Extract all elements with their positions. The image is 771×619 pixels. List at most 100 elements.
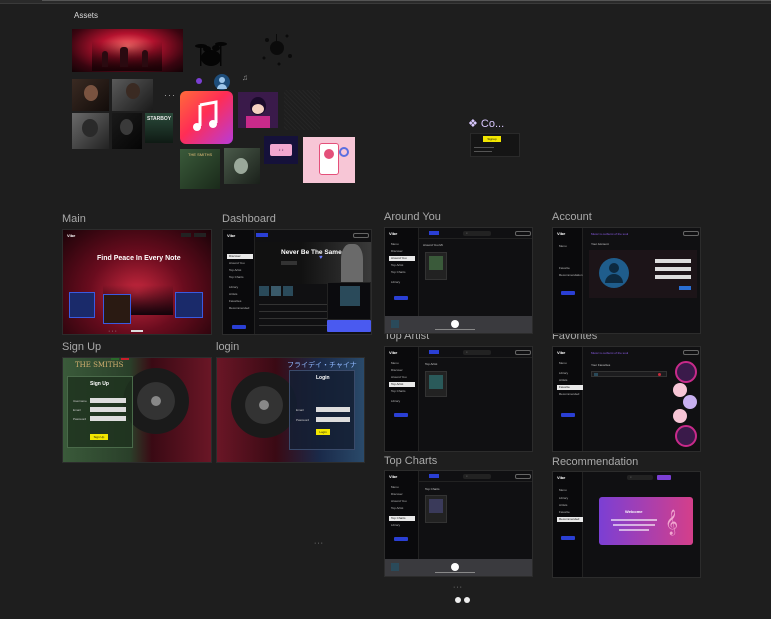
sparkle-texture-image[interactable]	[284, 90, 320, 130]
section-label-sign-up[interactable]: Sign Up	[62, 341, 101, 353]
top-charts-profile-button[interactable]	[515, 474, 531, 479]
top-artist-tab[interactable]	[429, 350, 439, 354]
around-you-nav-around-you[interactable]: Around You	[389, 256, 415, 261]
around-you-logout-button[interactable]	[394, 296, 408, 300]
around-you-profile-button[interactable]	[515, 231, 531, 236]
top-artist-nav-top-artist[interactable]: Top Artist	[389, 382, 415, 387]
section-label-login[interactable]: login	[216, 341, 239, 353]
section-label-dashboard[interactable]: Dashboard	[222, 213, 276, 225]
dashboard-play-button[interactable]	[281, 261, 297, 265]
recommendation-search-input[interactable]: ⌕	[627, 475, 653, 480]
around-you-tab[interactable]	[429, 231, 439, 235]
top-charts-nav-discover[interactable]: Discover	[389, 492, 415, 497]
music-player-illustration[interactable]	[303, 137, 355, 183]
main-nav-button-1[interactable]	[181, 233, 191, 237]
top-charts-tab[interactable]	[429, 474, 439, 478]
prototype-next-icon[interactable]	[464, 597, 470, 603]
dashboard-nav-top-charts[interactable]: Top Charts	[227, 275, 253, 280]
dashboard-now-playing[interactable]	[327, 282, 371, 320]
prototype-play-icon[interactable]	[455, 597, 461, 603]
favorites-profile-button[interactable]	[683, 350, 699, 355]
top-artist-nav-around-you[interactable]: Around You	[389, 375, 415, 380]
login-frame-dots[interactable]: ···	[314, 540, 324, 547]
login-password-input[interactable]	[316, 417, 350, 422]
section-label-top-charts[interactable]: Top Charts	[384, 455, 437, 467]
around-you-player-bar[interactable]	[385, 316, 532, 333]
signup-email-input[interactable]	[90, 407, 126, 412]
dashboard-nav-discover[interactable]: Discover	[227, 254, 253, 259]
component-label[interactable]: ❖ Co...	[468, 117, 504, 130]
recommendation-welcome-card[interactable]: Welcome 𝄞	[599, 497, 693, 545]
headphones-icon[interactable]: ♫	[242, 73, 248, 82]
artist-photo-1[interactable]	[72, 79, 109, 111]
top-charts-frame[interactable]: Vibe Menu Discover Around You Top Artist…	[384, 470, 533, 577]
login-frame[interactable]: フライデイ・チャイナ Login Email Password Login	[216, 357, 365, 463]
top-charts-dots[interactable]: ···	[453, 584, 463, 591]
favorites-nav-artists[interactable]: Artists	[557, 378, 583, 383]
heart-icon[interactable]: ♥	[319, 255, 323, 261]
top-artist-logout-button[interactable]	[394, 413, 408, 417]
top-artist-card[interactable]	[425, 371, 447, 397]
account-field-1[interactable]	[655, 259, 691, 263]
around-you-track-card[interactable]	[425, 252, 447, 280]
assets-label[interactable]: Assets	[74, 11, 98, 20]
favorites-logout-button[interactable]	[561, 413, 575, 417]
around-you-nav-discover[interactable]: Discover	[389, 249, 415, 254]
more-assets-dots[interactable]: ···	[164, 90, 176, 100]
dashboard-nav-top-artist[interactable]: Top Artist	[227, 268, 253, 273]
main-artist-card-2[interactable]	[103, 294, 131, 324]
purple-dot-icon[interactable]	[196, 78, 202, 84]
top-charts-player-bar[interactable]	[385, 559, 532, 576]
top-charts-search-input[interactable]: ⌕	[463, 474, 491, 479]
favorites-track-row[interactable]	[591, 371, 667, 377]
section-label-around-you[interactable]: Around You	[384, 211, 441, 223]
top-artist-nav-menu[interactable]: Menu	[389, 361, 415, 366]
dashboard-logout-button[interactable]	[232, 325, 246, 329]
dashboard-nav-recommended[interactable]: Recommended	[227, 306, 253, 311]
account-frame[interactable]: Vibe Menu Favorite Recommendation Music …	[552, 227, 701, 334]
album-cover-starboy[interactable]: STARBOY	[145, 113, 173, 143]
around-you-nav-library[interactable]: Library	[389, 280, 415, 285]
account-profile-button[interactable]	[683, 231, 699, 236]
dashboard-track-list[interactable]	[259, 302, 327, 332]
dashboard-frame[interactable]: Vibe Discover Around You Top Artist Top …	[222, 229, 372, 335]
artist-photo-4[interactable]	[112, 113, 142, 149]
concert-banner-image[interactable]	[72, 29, 183, 72]
dashboard-nav-artists[interactable]: Artists	[227, 292, 253, 297]
favorites-nav-menu[interactable]: Menu	[557, 361, 583, 366]
dashboard-player-bar[interactable]	[327, 320, 371, 332]
recommendation-nav-library[interactable]: Library	[557, 496, 583, 501]
top-charts-nav-top-artist[interactable]: Top Artist	[389, 506, 415, 511]
artist-photo-2[interactable]	[112, 79, 153, 111]
login-email-input[interactable]	[316, 407, 350, 412]
main-artist-card-3[interactable]	[175, 292, 203, 318]
component-preview[interactable]: Signup	[470, 133, 520, 157]
signup-username-input[interactable]	[90, 398, 126, 403]
around-you-search-input[interactable]: ⌕	[463, 231, 491, 236]
around-you-nav-top-artist[interactable]: Top Artist	[389, 263, 415, 268]
top-charts-nav-menu[interactable]: Menu	[389, 485, 415, 490]
dashboard-tab[interactable]	[256, 233, 268, 237]
top-charts-nav-library[interactable]: Library	[389, 523, 415, 528]
account-avatar[interactable]	[599, 258, 629, 288]
login-submit-button[interactable]: Login	[316, 429, 330, 435]
recommendation-nav-menu[interactable]: Menu	[557, 488, 583, 493]
top-artist-profile-button[interactable]	[515, 350, 531, 355]
top-charts-nav-top-charts[interactable]: Top Charts	[389, 516, 415, 521]
main-nav-button-2[interactable]	[194, 233, 206, 237]
around-you-nav-menu[interactable]: Menu	[389, 242, 415, 247]
main-frame[interactable]: Vibe Find Peace In Every Note	[62, 229, 212, 335]
recommendation-frame[interactable]: Vibe Menu Library Artists Favorite Recom…	[552, 471, 701, 578]
component-signup-button[interactable]: Signup	[483, 136, 501, 142]
drum-kit-icon[interactable]	[194, 32, 228, 70]
account-logout-button[interactable]	[561, 291, 575, 295]
recommendation-nav-artists[interactable]: Artists	[557, 503, 583, 508]
account-field-3[interactable]	[655, 275, 691, 279]
main-pagination[interactable]	[131, 330, 143, 332]
top-artist-frame[interactable]: Vibe Menu Discover Around You Top Artist…	[384, 346, 533, 452]
account-nav-recommendation[interactable]: Recommendation	[557, 273, 583, 278]
top-artist-search-input[interactable]: ⌕	[463, 350, 491, 355]
paint-splash-image[interactable]	[255, 28, 297, 72]
party-poster-image[interactable]: ♪ ♪	[264, 136, 298, 164]
section-label-recommendation[interactable]: Recommendation	[552, 456, 638, 468]
